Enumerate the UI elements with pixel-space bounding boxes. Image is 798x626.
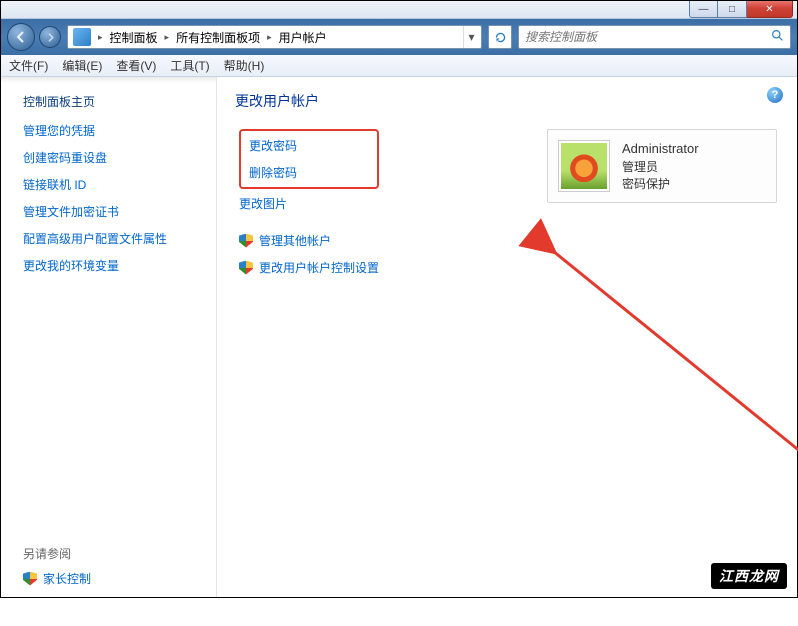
minimize-button[interactable]: — <box>689 1 718 18</box>
breadcrumb-segment[interactable]: 所有控制面板项 <box>173 26 263 48</box>
control-panel-icon <box>73 28 91 46</box>
search-input[interactable] <box>525 30 771 44</box>
titlebar: — □ ✕ <box>1 1 797 19</box>
main-panel: ? 更改用户帐户 更改密码 删除密码 更改图片 管理其他帐户 更改用户帐户控制设… <box>217 77 797 597</box>
sidebar-link-online-id[interactable]: 链接联机 ID <box>23 176 204 193</box>
link-manage-other-accounts[interactable]: 管理其他帐户 <box>259 232 331 249</box>
maximize-button[interactable]: □ <box>718 1 747 18</box>
search-icon[interactable] <box>771 29 784 45</box>
chevron-right-icon[interactable]: ▸ <box>263 32 276 43</box>
menu-tools[interactable]: 工具(T) <box>170 57 209 74</box>
content: 控制面板主页 管理您的凭据 创建密码重设盘 链接联机 ID 管理文件加密证书 配… <box>1 77 797 597</box>
breadcrumb[interactable]: ▸ 控制面板 ▸ 所有控制面板项 ▸ 用户帐户 ▾ <box>67 25 482 49</box>
nav-back-button[interactable] <box>7 23 35 51</box>
menu-view[interactable]: 查看(V) <box>116 57 156 74</box>
action-links: 更改密码 删除密码 更改图片 管理其他帐户 更改用户帐户控制设置 <box>235 129 379 286</box>
menu-help[interactable]: 帮助(H) <box>224 57 265 74</box>
window-controls: — □ ✕ <box>689 1 793 18</box>
close-button[interactable]: ✕ <box>747 1 793 18</box>
see-also-label: 另请参阅 <box>23 545 204 562</box>
link-remove-password[interactable]: 删除密码 <box>249 164 353 181</box>
link-change-uac[interactable]: 更改用户帐户控制设置 <box>259 259 379 276</box>
link-change-password[interactable]: 更改密码 <box>249 137 353 154</box>
sidebar-link-env-vars[interactable]: 更改我的环境变量 <box>23 257 204 274</box>
shield-icon <box>239 261 253 275</box>
sidebar-link-credentials[interactable]: 管理您的凭据 <box>23 122 204 139</box>
sidebar-link-parental[interactable]: 家长控制 <box>43 570 91 587</box>
sidebar-link-advanced-profile[interactable]: 配置高级用户配置文件属性 <box>23 230 204 247</box>
shield-icon <box>239 234 253 248</box>
breadcrumb-segment[interactable]: 用户帐户 <box>276 26 330 48</box>
chevron-right-icon[interactable]: ▸ <box>161 32 174 43</box>
user-role: 管理员 <box>622 158 699 175</box>
sidebar-home[interactable]: 控制面板主页 <box>23 93 204 110</box>
help-icon[interactable]: ? <box>767 87 783 103</box>
watermark: 江西龙网 <box>711 563 787 589</box>
avatar-image <box>561 143 607 189</box>
search-box[interactable] <box>518 25 791 49</box>
page-title: 更改用户帐户 <box>235 91 779 111</box>
refresh-button[interactable] <box>488 25 512 49</box>
avatar <box>558 140 610 192</box>
sidebar-link-encryption-cert[interactable]: 管理文件加密证书 <box>23 203 204 220</box>
chevron-right-icon[interactable]: ▸ <box>94 32 107 43</box>
nav-forward-button[interactable] <box>39 26 61 48</box>
menu-file[interactable]: 文件(F) <box>9 57 48 74</box>
sidebar: 控制面板主页 管理您的凭据 创建密码重设盘 链接联机 ID 管理文件加密证书 配… <box>1 77 217 597</box>
user-status: 密码保护 <box>622 175 699 192</box>
link-change-picture[interactable]: 更改图片 <box>239 195 379 212</box>
shield-icon <box>23 572 37 586</box>
sidebar-link-password-reset-disk[interactable]: 创建密码重设盘 <box>23 149 204 166</box>
annotation-highlight-box: 更改密码 删除密码 <box>239 129 379 189</box>
menu-edit[interactable]: 编辑(E) <box>62 57 102 74</box>
breadcrumb-segment[interactable]: 控制面板 <box>107 26 161 48</box>
menu-bar: 文件(F) 编辑(E) 查看(V) 工具(T) 帮助(H) <box>1 55 797 77</box>
user-card: Administrator 管理员 密码保护 <box>547 129 777 203</box>
user-name: Administrator <box>622 141 699 156</box>
breadcrumb-dropdown[interactable]: ▾ <box>463 26 479 48</box>
address-bar: ▸ 控制面板 ▸ 所有控制面板项 ▸ 用户帐户 ▾ <box>1 19 797 55</box>
